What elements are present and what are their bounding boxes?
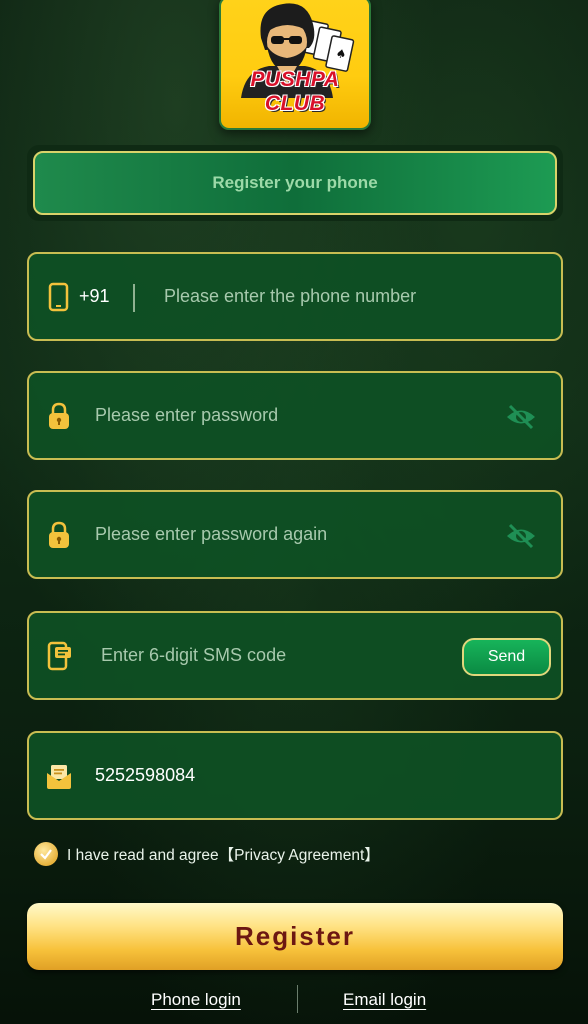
country-code[interactable]: +91 [79,286,110,307]
field-divider [133,284,135,312]
register-phone-banner: Register your phone [27,145,563,221]
email-login-link[interactable]: Email login [343,990,426,1010]
password-input[interactable]: Please enter password [95,405,278,426]
logo-text: PUSHPA CLUB [250,68,340,115]
phone-login-link[interactable]: Phone login [151,990,241,1010]
banner-title: Register your phone [33,151,557,215]
agreement-checkbox[interactable] [34,842,58,866]
bottom-login-links: Phone login Email login [0,985,588,1017]
register-button[interactable]: Register [27,903,563,970]
phone-field[interactable]: +91 Please enter the phone number [27,252,563,341]
invite-code-field[interactable]: 5252598084 [27,731,563,820]
eye-off-icon[interactable] [505,521,537,551]
phone-icon [48,282,69,312]
send-code-button[interactable]: Send [462,638,551,676]
sms-code-input[interactable]: Enter 6-digit SMS code [101,645,286,666]
password-again-field[interactable]: Please enter password again [27,490,563,579]
eye-off-icon[interactable] [505,402,537,432]
mail-icon [47,765,71,789]
sms-icon [47,641,71,671]
links-divider [297,985,298,1013]
checkmark-icon [40,849,52,860]
password-again-input[interactable]: Please enter password again [95,524,327,545]
sms-code-field[interactable]: Enter 6-digit SMS code Send [27,611,563,700]
invite-code-input[interactable]: 5252598084 [95,765,195,786]
agreement-row[interactable]: I have read and agree【Privacy Agreement】 [34,842,380,866]
lock-icon [49,402,69,429]
password-field[interactable]: Please enter password [27,371,563,460]
app-logo: ♠ PUSHPA CLUB [219,0,371,130]
agreement-text[interactable]: I have read and agree【Privacy Agreement】 [67,843,380,865]
lock-icon [49,521,69,548]
phone-input[interactable]: Please enter the phone number [164,286,416,307]
